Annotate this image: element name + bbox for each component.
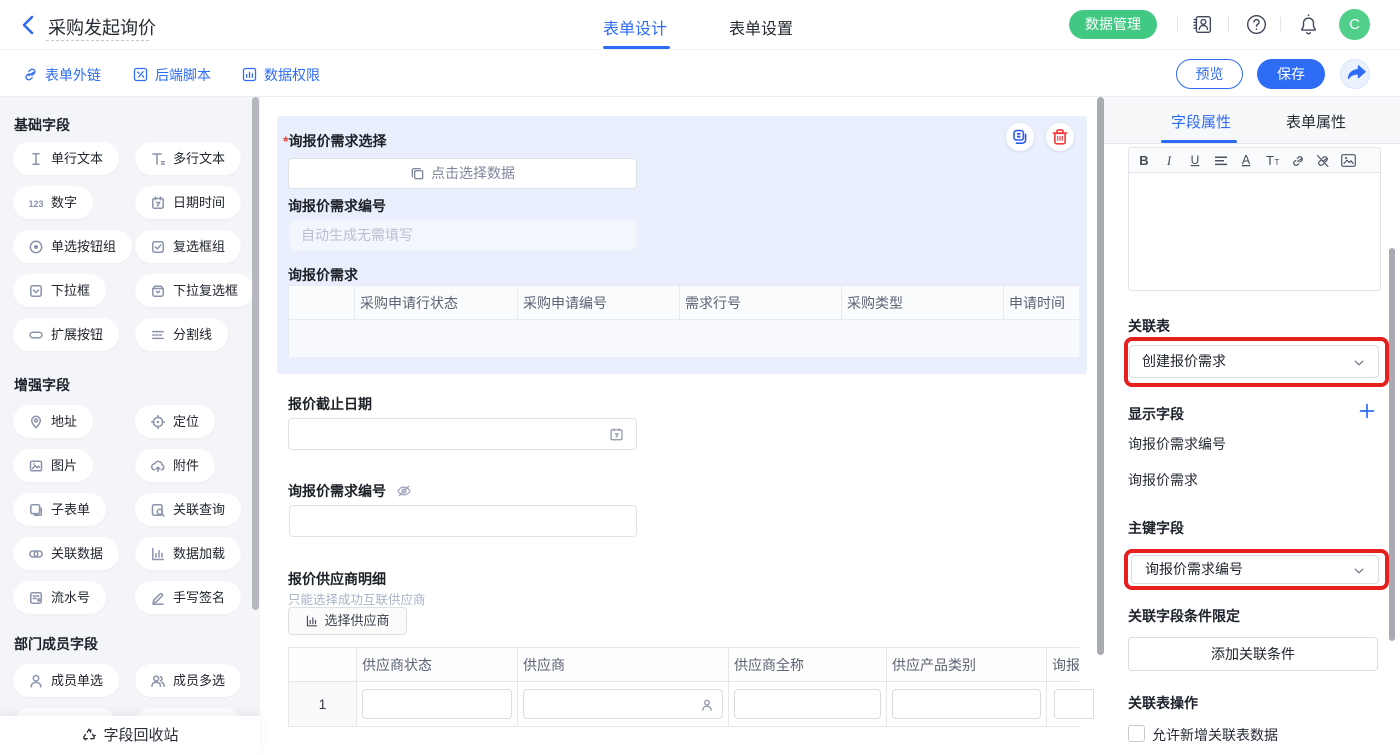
svg-text:T: T bbox=[1266, 153, 1274, 168]
svg-text:T: T bbox=[1275, 158, 1280, 167]
svg-text:U: U bbox=[1191, 153, 1200, 167]
svg-text:A: A bbox=[1242, 153, 1251, 167]
svg-text:B: B bbox=[1139, 153, 1148, 168]
svg-text:I: I bbox=[1166, 153, 1172, 168]
